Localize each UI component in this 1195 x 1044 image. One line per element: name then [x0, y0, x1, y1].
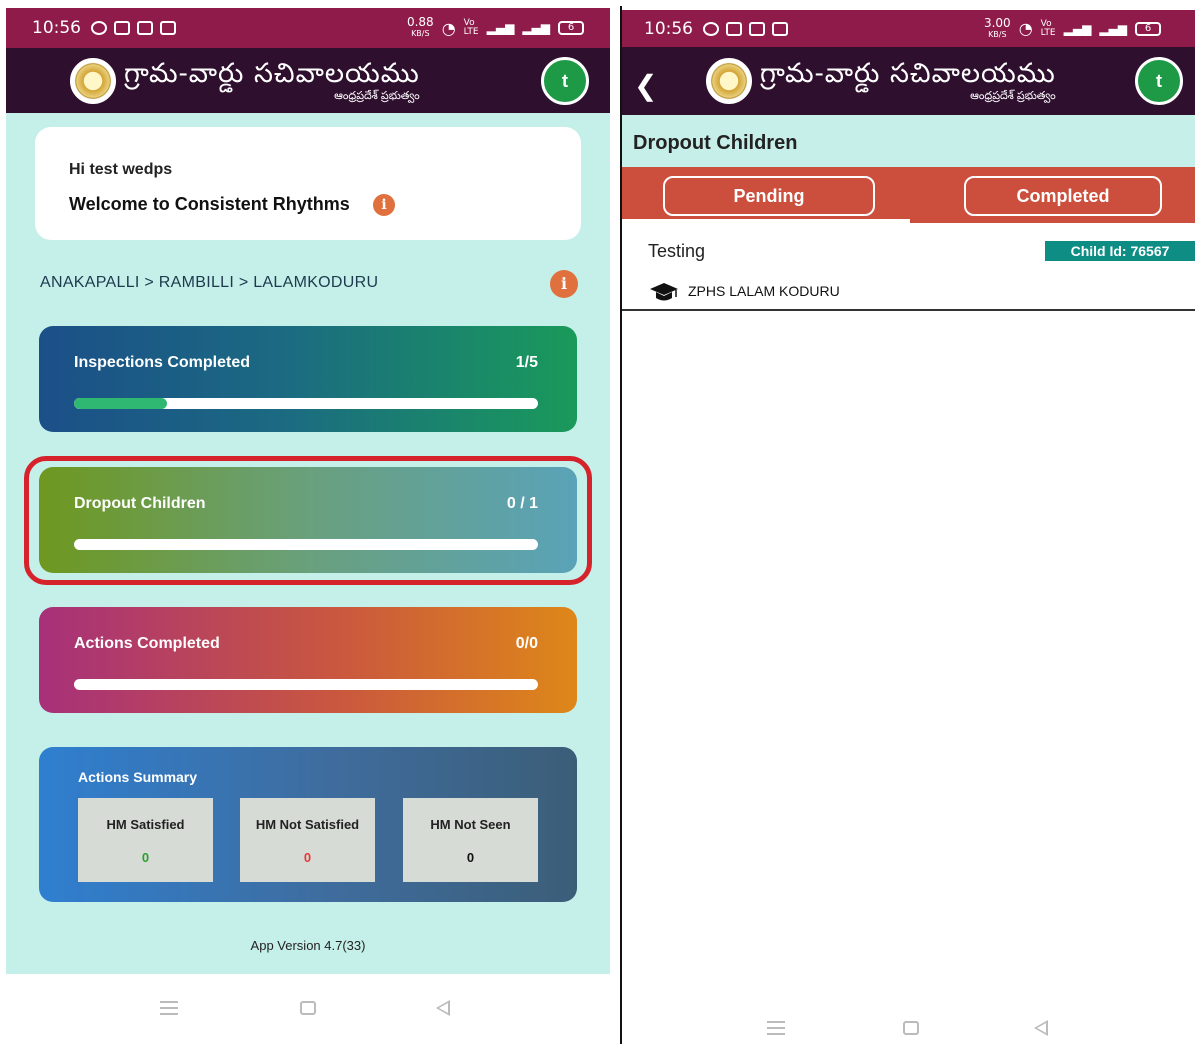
whatsapp-icon	[91, 21, 107, 35]
card-label: Actions Completed	[74, 635, 220, 652]
net-speed: 3.00 KB/S	[983, 15, 1011, 40]
tab-completed[interactable]: Completed	[964, 176, 1162, 216]
system-nav-bar	[6, 974, 610, 1044]
status-time: 10:56	[644, 18, 693, 39]
signal-icon: ▂▄▆	[486, 21, 515, 35]
battery-icon: 6	[558, 21, 584, 35]
notification-icons	[91, 21, 176, 35]
signal-icon: ▂▄▆	[1063, 21, 1092, 36]
summary-label: HM Not Seen	[430, 817, 511, 832]
brand: గ్రామ-వార్డు సచివాలయము ఆంధ్రప్రదేశ్ ప్రభ…	[124, 57, 420, 102]
school-name: ZPHS LALAM KODURU	[688, 283, 840, 299]
page-title: Dropout Children	[633, 132, 798, 154]
status-bar: 10:56 3.00 KB/S ◔ Vo LTE ▂▄▆ ▂▄▆ 6	[622, 10, 1195, 47]
app-bar: ❮ గ్రామ-వార్డు సచివాలయము ఆంధ్రప్రదేశ్ ప్…	[622, 47, 1195, 115]
page-header: Dropout Children	[622, 115, 1195, 167]
volte-icon: Vo LTE	[1040, 18, 1056, 38]
hm-satisfied-box[interactable]: HM Satisfied 0	[78, 798, 213, 882]
signal-icon-2: ▂▄▆	[522, 21, 550, 35]
user-avatar[interactable]: t	[541, 57, 589, 105]
wifi-icon: ◔	[441, 18, 456, 38]
brand-subtitle: ఆంధ్రప్రదేశ్ ప్రభుత్వం	[970, 90, 1056, 102]
back-nav-icon[interactable]	[436, 1000, 450, 1016]
summary-value: 0	[466, 850, 475, 865]
screenshot-stage: 10:56 0.88 KB/S ◔ Vo LTE ▂▄▆ ▂▄▆ 6 గ్రామ…	[0, 0, 1195, 1044]
linkedin-icon	[772, 21, 788, 36]
card-count: 1/5	[515, 354, 538, 371]
chat-icon	[137, 21, 153, 35]
progress-fill	[74, 398, 167, 409]
net-speed: 0.88 KB/S	[406, 15, 434, 39]
summary-title: Actions Summary	[78, 769, 198, 785]
card-label: Inspections Completed	[74, 354, 251, 371]
net-speed-unit: KB/S	[411, 29, 430, 38]
net-speed-value: 0.88	[406, 15, 434, 29]
system-nav-bar	[622, 974, 1195, 1044]
dropout-children-card[interactable]: Dropout Children 0 / 1	[39, 467, 577, 573]
list-item[interactable]: Testing Child Id: 76567 ZPHS LALAM KODUR…	[622, 223, 1195, 311]
summary-value: 0	[141, 850, 150, 865]
app-version: App Version 4.7(33)	[250, 938, 366, 953]
teams-icon	[114, 21, 130, 35]
location-breadcrumb: ANAKAPALLI > RAMBILLI > LALAMKODURU	[40, 274, 379, 291]
dropout-children-screen: 10:56 3.00 KB/S ◔ Vo LTE ▂▄▆ ▂▄▆ 6 ❮ గ్ర…	[622, 10, 1195, 1044]
card-label: Dropout Children	[74, 495, 206, 512]
ap-emblem-logo	[706, 58, 752, 104]
status-bar: 10:56 0.88 KB/S ◔ Vo LTE ▂▄▆ ▂▄▆ 6	[6, 8, 610, 48]
notification-icons	[703, 21, 788, 36]
signal-icon-2: ▂▄▆	[1099, 21, 1127, 36]
volte-icon: Vo LTE	[463, 18, 479, 37]
actions-completed-card[interactable]: Actions Completed 0/0	[39, 607, 577, 713]
brand-title: గ్రామ-వార్డు సచివాలయము	[760, 58, 1056, 89]
status-right: 0.88 KB/S ◔ Vo LTE ▂▄▆ ▂▄▆ 6	[406, 15, 584, 39]
summary-label: HM Satisfied	[106, 817, 185, 832]
app-bar: గ్రామ-వార్డు సచివాలయము ఆంధ్రప్రదేశ్ ప్రభ…	[6, 48, 610, 113]
progress-track	[74, 539, 538, 550]
greeting-text: Hi test wedps	[69, 161, 173, 178]
hm-not-satisfied-box[interactable]: HM Not Satisfied 0	[240, 798, 375, 882]
brand-subtitle: ఆంధ్రప్రదేశ్ ప్రభుత్వం	[334, 89, 420, 102]
card-count: 0 / 1	[506, 495, 538, 512]
ap-emblem-logo	[70, 57, 116, 104]
teams-icon	[726, 21, 742, 36]
actions-summary-card: Actions Summary HM Satisfied 0 HM Not Sa…	[39, 747, 577, 902]
hm-not-seen-box[interactable]: HM Not Seen 0	[403, 798, 538, 882]
child-name: Testing	[648, 241, 706, 261]
brand-title: గ్రామ-వార్డు సచివాలయము	[124, 57, 420, 89]
home-icon[interactable]	[903, 1021, 919, 1035]
graduation-cap-icon	[650, 283, 678, 301]
battery-icon: 6	[1135, 21, 1161, 36]
status-right: 3.00 KB/S ◔ Vo LTE ▂▄▆ ▂▄▆ 6	[983, 15, 1161, 40]
location-info-icon[interactable]: i	[550, 270, 578, 298]
chat-icon	[749, 21, 765, 36]
welcome-card: Hi test wedps Welcome to Consistent Rhyt…	[35, 127, 581, 240]
wifi-icon: ◔	[1018, 19, 1033, 38]
net-speed-unit: KB/S	[988, 29, 1007, 39]
welcome-message: Welcome to Consistent Rhythms	[69, 194, 350, 214]
child-id-badge: Child Id: 76567	[1045, 241, 1195, 261]
inspections-completed-card[interactable]: Inspections Completed 1/5	[39, 326, 577, 432]
linkedin-icon	[160, 21, 176, 35]
card-count: 0/0	[515, 635, 538, 652]
summary-label: HM Not Satisfied	[255, 817, 360, 832]
whatsapp-icon	[703, 21, 719, 36]
progress-track	[74, 679, 538, 690]
chevron-left-icon[interactable]: ❮	[634, 69, 657, 102]
back-nav-icon[interactable]	[1034, 1020, 1048, 1036]
status-tabs: Pending Completed	[622, 167, 1195, 223]
recent-apps-icon[interactable]	[160, 1001, 178, 1015]
recent-apps-icon[interactable]	[767, 1021, 785, 1035]
progress-track	[74, 398, 538, 409]
dashboard-screen: 10:56 0.88 KB/S ◔ Vo LTE ▂▄▆ ▂▄▆ 6 గ్రామ…	[6, 8, 610, 1044]
brand: గ్రామ-వార్డు సచివాలయము ఆంధ్రప్రదేశ్ ప్రభ…	[760, 58, 1056, 103]
status-time: 10:56	[32, 18, 81, 38]
net-speed-value: 3.00	[983, 15, 1011, 30]
tab-pending[interactable]: Pending	[663, 176, 875, 216]
summary-value: 0	[303, 850, 312, 865]
home-icon[interactable]	[300, 1001, 316, 1015]
info-icon[interactable]: i	[373, 194, 395, 216]
user-avatar[interactable]: t	[1135, 57, 1183, 105]
